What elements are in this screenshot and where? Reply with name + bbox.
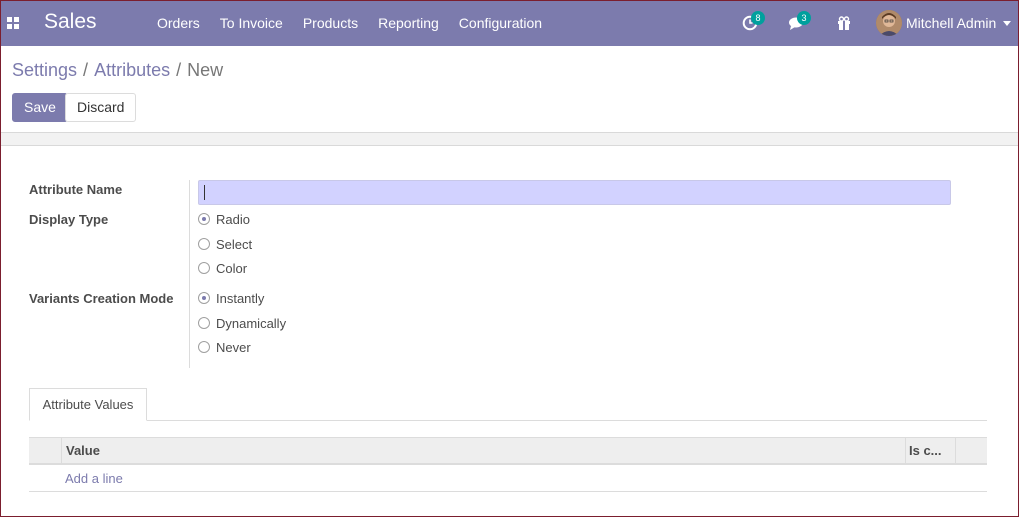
discard-button[interactable]: Discard (65, 93, 137, 122)
radio-label: Dynamically (216, 315, 287, 331)
form-separator (189, 180, 190, 368)
display-type-label: Display Type (29, 212, 109, 227)
display-type-select[interactable]: Select (198, 235, 252, 253)
text-cursor (204, 185, 205, 200)
chevron-down-icon (1003, 20, 1012, 26)
tab-baseline (29, 420, 987, 421)
menu-item-to-invoice[interactable]: To Invoice (210, 0, 293, 46)
top-navbar: Sales Orders To Invoice Products Reporti… (0, 0, 1019, 46)
table-header: Value Is c... (29, 437, 987, 465)
messages-count-badge: 3 (797, 11, 811, 25)
breadcrumb-current: New (187, 60, 224, 80)
menu-item-reporting[interactable]: Reporting (368, 0, 449, 46)
apps-menu-icon[interactable] (7, 17, 19, 29)
menu-item-orders[interactable]: Orders (147, 0, 210, 46)
radio-button[interactable] (198, 238, 210, 250)
display-type-radio[interactable]: Radio (198, 210, 250, 228)
add-a-line-link[interactable]: Add a line (65, 471, 123, 486)
activity-clock-icon[interactable]: 8 (742, 11, 765, 32)
radio-label: Instantly (216, 290, 265, 306)
radio-label: Color (216, 260, 248, 276)
messages-chat-icon[interactable]: 3 (788, 11, 811, 32)
app-brand[interactable]: Sales (44, 10, 97, 34)
save-button[interactable]: Save (12, 93, 68, 122)
gift-icon[interactable] (836, 14, 854, 32)
variants-never[interactable]: Never (198, 338, 251, 356)
tab-attribute-values[interactable]: Attribute Values (29, 388, 147, 421)
column-header-value[interactable]: Value (66, 438, 100, 464)
breadcrumb-separator: / (176, 60, 182, 80)
column-separator (61, 438, 62, 464)
table-row: Add a line (29, 465, 987, 492)
radio-button[interactable] (198, 341, 210, 353)
user-menu[interactable]: Mitchell Admin (876, 10, 1012, 36)
radio-label: Never (216, 339, 251, 355)
attribute-name-input[interactable] (198, 180, 951, 205)
attribute-name-label: Attribute Name (29, 182, 123, 197)
radio-label: Radio (216, 211, 250, 227)
radio-label: Select (216, 236, 253, 252)
activity-count-badge: 8 (751, 11, 765, 25)
radio-button[interactable] (198, 317, 210, 329)
radio-button-checked[interactable] (198, 292, 210, 304)
user-avatar (876, 10, 902, 36)
menu-item-configuration[interactable]: Configuration (449, 0, 552, 46)
breadcrumb-attributes[interactable]: Attributes (94, 60, 170, 81)
menu-item-products[interactable]: Products (293, 0, 368, 46)
display-type-color[interactable]: Color (198, 259, 247, 277)
breadcrumb-separator: / (83, 60, 89, 80)
variants-instantly[interactable]: Instantly (198, 289, 264, 307)
column-header-is-custom[interactable]: Is c... (909, 438, 942, 464)
column-separator (955, 438, 956, 464)
control-panel-divider (0, 132, 1019, 146)
radio-button[interactable] (198, 262, 210, 274)
breadcrumb-settings[interactable]: Settings (12, 60, 77, 81)
column-separator (905, 438, 906, 464)
breadcrumb: Settings / Attributes / New (12, 60, 223, 81)
variants-creation-mode-label: Variants Creation Mode (29, 291, 174, 306)
main-menu: Orders To Invoice Products Reporting Con… (147, 0, 552, 46)
variants-dynamically[interactable]: Dynamically (198, 314, 286, 332)
radio-button-checked[interactable] (198, 213, 210, 225)
user-name: Mitchell Admin (906, 15, 997, 31)
